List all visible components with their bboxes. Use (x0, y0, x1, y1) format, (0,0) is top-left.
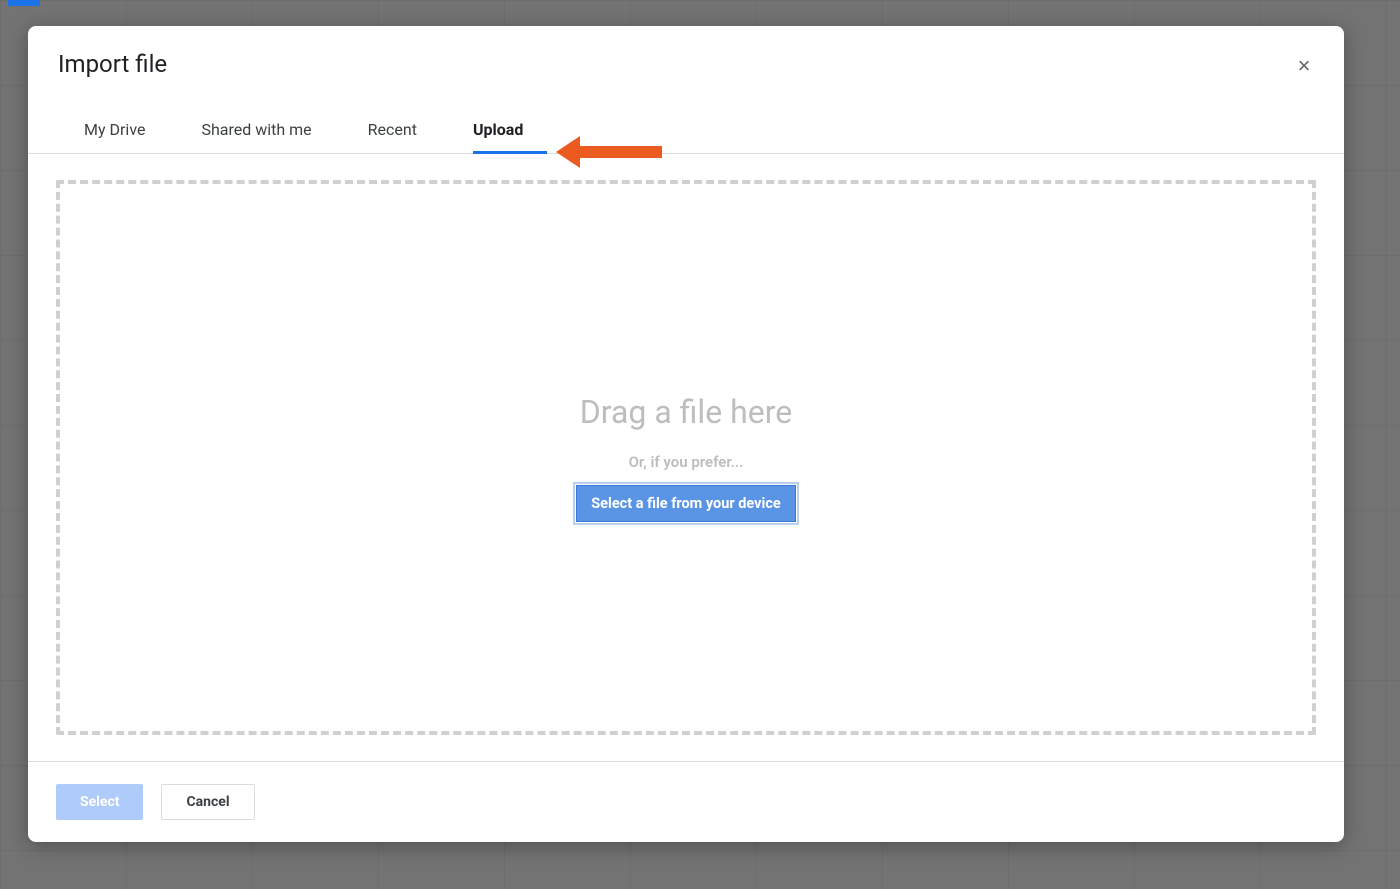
tab-recent[interactable]: Recent (340, 108, 445, 153)
cell-selection-indicator (8, 0, 40, 6)
select-file-button[interactable]: Select a file from your device (576, 485, 795, 522)
drop-zone-title: Drag a file here (580, 393, 792, 431)
import-file-dialog: Import file × My Drive Shared with me Re… (28, 26, 1344, 842)
dialog-body: Drag a file here Or, if you prefer... Se… (28, 154, 1344, 761)
close-icon[interactable]: × (1292, 54, 1316, 78)
drop-zone-subtitle: Or, if you prefer... (629, 453, 744, 471)
tab-upload[interactable]: Upload (445, 108, 551, 153)
file-drop-zone[interactable]: Drag a file here Or, if you prefer... Se… (56, 180, 1316, 735)
dialog-title: Import file (58, 50, 1314, 78)
cancel-button[interactable]: Cancel (161, 784, 254, 820)
dialog-header: Import file × (28, 26, 1344, 88)
tab-my-drive[interactable]: My Drive (56, 108, 173, 153)
dialog-tabs: My Drive Shared with me Recent Upload (28, 108, 1344, 154)
dialog-footer: Select Cancel (28, 761, 1344, 842)
tab-shared-with-me[interactable]: Shared with me (173, 108, 339, 153)
select-button[interactable]: Select (56, 784, 143, 820)
